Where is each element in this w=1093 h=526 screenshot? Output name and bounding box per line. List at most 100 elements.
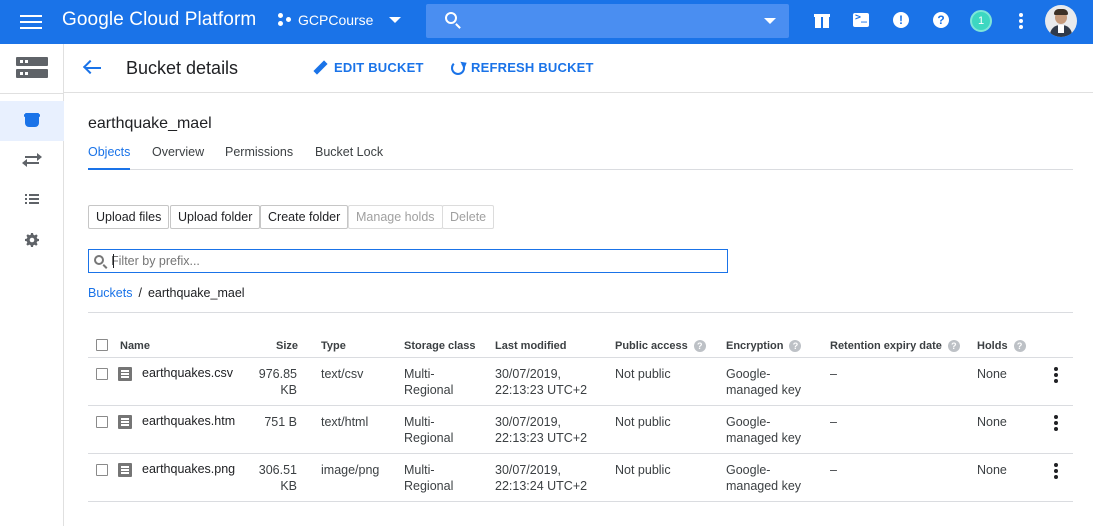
holds: None	[977, 463, 1007, 477]
bucket-icon	[24, 113, 40, 127]
column-encryption[interactable]: Encryption?	[726, 340, 802, 352]
search-bar[interactable]	[426, 4, 789, 38]
upload-folder-button[interactable]: Upload folder	[170, 205, 261, 229]
alert-icon[interactable]: !	[892, 11, 910, 29]
more-vert-icon[interactable]	[1019, 13, 1023, 29]
table-row[interactable]: earthquakes.csv 976.85 KB text/csv Multi-…	[88, 358, 1073, 406]
menu-icon[interactable]	[20, 12, 42, 32]
file-type: text/html	[321, 415, 369, 429]
file-name-link[interactable]: earthquakes.png	[142, 462, 235, 476]
sidebar-item-transfer-appliance[interactable]	[0, 181, 64, 221]
file-size: 306.51	[258, 463, 297, 477]
row-checkbox[interactable]	[96, 416, 108, 428]
table-row[interactable]: earthquakes.htm 751 B text/html Multi- Re…	[88, 406, 1073, 454]
notifications-badge[interactable]: 1	[970, 10, 992, 32]
file-name-link[interactable]: earthquakes.htm	[142, 414, 235, 428]
storage-class: Multi-	[404, 367, 435, 381]
avatar[interactable]	[1045, 5, 1077, 37]
file-icon	[118, 463, 132, 477]
refresh-bucket-button[interactable]: REFRESH BUCKET	[451, 60, 594, 75]
sidebar-item-browser[interactable]	[0, 101, 64, 141]
encryption-cont: managed key	[726, 383, 802, 397]
column-size[interactable]: Size	[276, 340, 298, 352]
row-more-vert-icon[interactable]	[1054, 415, 1058, 431]
last-modified-date: 30/07/2019,	[495, 415, 562, 429]
file-icon	[118, 367, 132, 381]
cloud-shell-icon[interactable]	[852, 11, 870, 29]
chevron-down-icon	[389, 17, 402, 23]
delete-button[interactable]: Delete	[442, 205, 495, 229]
tab-objects[interactable]: Objects	[88, 145, 131, 170]
select-all-checkbox[interactable]	[96, 339, 108, 351]
retention-date: –	[830, 367, 837, 381]
sidebar-item-transfer[interactable]	[0, 141, 64, 181]
column-last-modified[interactable]: Last modified	[495, 340, 567, 352]
encryption-cont: managed key	[726, 431, 802, 445]
row-more-vert-icon[interactable]	[1054, 367, 1058, 383]
last-modified-date: 30/07/2019,	[495, 463, 562, 477]
search-icon	[94, 255, 104, 265]
file-size: 976.85	[258, 367, 297, 381]
upload-files-button[interactable]: Upload files	[88, 205, 170, 229]
encryption-cont: managed key	[726, 479, 802, 493]
file-type: text/csv	[321, 367, 364, 381]
tab-overview[interactable]: Overview	[152, 145, 204, 170]
last-modified-date: 30/07/2019,	[495, 367, 562, 381]
refresh-bucket-label: REFRESH BUCKET	[471, 60, 594, 75]
create-folder-button[interactable]: Create folder	[260, 205, 349, 229]
retention-date: –	[830, 415, 837, 429]
help-icon[interactable]: ?	[789, 340, 802, 352]
manage-holds-button[interactable]: Manage holds	[348, 205, 443, 229]
column-public-access[interactable]: Public access?	[615, 340, 706, 352]
tab-bucket-lock[interactable]: Bucket Lock	[315, 145, 383, 170]
bucket-name: earthquake_mael	[88, 115, 212, 132]
search-dropdown-icon[interactable]	[764, 18, 776, 24]
page-header: Bucket details EDIT BUCKET REFRESH BUCKE…	[64, 44, 1093, 93]
breadcrumb: Buckets / earthquake_mael	[88, 286, 245, 300]
transfer-icon	[22, 153, 42, 167]
nav-divider	[0, 93, 64, 94]
project-selector[interactable]: GCPCourse	[278, 12, 402, 28]
refresh-icon	[451, 60, 465, 75]
column-holds[interactable]: Holds?	[977, 340, 1026, 352]
filter-input[interactable]	[111, 252, 721, 270]
file-size: 751 B	[264, 415, 297, 429]
gift-icon[interactable]	[813, 11, 831, 29]
breadcrumb-separator: /	[138, 286, 142, 300]
help-icon[interactable]: ?	[947, 340, 960, 352]
brand-title[interactable]: Google Cloud Platform	[62, 9, 256, 31]
pencil-icon	[313, 59, 328, 75]
tab-permissions[interactable]: Permissions	[225, 145, 293, 170]
back-arrow-icon[interactable]	[82, 58, 104, 80]
column-storage-class[interactable]: Storage class	[404, 340, 476, 352]
sidebar-item-settings[interactable]	[0, 221, 64, 261]
list-icon	[25, 193, 39, 207]
storage-class: Multi-	[404, 463, 435, 477]
file-name-link[interactable]: earthquakes.csv	[142, 366, 233, 380]
edit-bucket-button[interactable]: EDIT BUCKET	[313, 59, 424, 75]
search-icon	[445, 12, 457, 24]
side-nav	[0, 44, 64, 526]
encryption: Google-	[726, 463, 771, 477]
column-name[interactable]: Name	[120, 340, 150, 352]
file-type: image/png	[321, 463, 380, 477]
breadcrumb-divider	[88, 312, 1073, 313]
column-retention[interactable]: Retention expiry date?	[830, 340, 960, 352]
storage-class-cont: Regional	[404, 479, 454, 493]
breadcrumb-current: earthquake_mael	[147, 286, 245, 300]
storage-product-icon[interactable]	[16, 57, 48, 79]
table-row[interactable]: earthquakes.png 306.51 KB image/png Multi…	[88, 454, 1073, 502]
help-icon[interactable]: ?	[693, 340, 706, 352]
encryption: Google-	[726, 367, 771, 381]
help-icon[interactable]: ?	[1013, 340, 1026, 352]
column-type[interactable]: Type	[321, 340, 346, 352]
row-checkbox[interactable]	[96, 464, 108, 476]
breadcrumb-buckets-link[interactable]: Buckets	[88, 286, 132, 300]
tab-bar: Objects Overview Permissions Bucket Lock	[88, 145, 1073, 170]
help-icon[interactable]: ?	[932, 11, 950, 29]
storage-class: Multi-	[404, 415, 435, 429]
row-checkbox[interactable]	[96, 368, 108, 380]
file-icon	[118, 415, 132, 429]
row-more-vert-icon[interactable]	[1054, 463, 1058, 479]
storage-class-cont: Regional	[404, 431, 454, 445]
